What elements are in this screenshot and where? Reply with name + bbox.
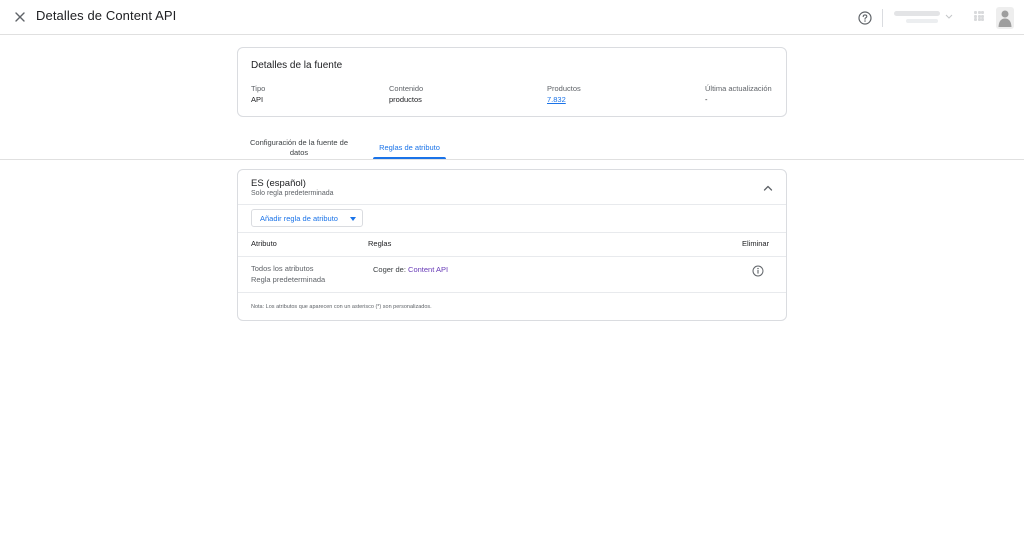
divider [238, 204, 786, 205]
caret-down-icon [350, 217, 356, 221]
page-title: Detalles de Content API [36, 8, 177, 23]
source-details-card: Detalles de la fuente Tipo API Contenido… [237, 47, 787, 117]
apps-icon[interactable] [974, 11, 984, 21]
avatar-icon[interactable] [996, 7, 1014, 29]
chevron-up-icon[interactable] [762, 181, 774, 193]
divider [238, 232, 786, 233]
info-icon[interactable] [752, 264, 764, 277]
add-attribute-rule-button[interactable]: Añadir regla de atributo [251, 209, 363, 227]
help-icon[interactable] [857, 10, 873, 26]
divider [238, 292, 786, 293]
language-title: ES (español) [251, 178, 306, 189]
rule-prefix: Coger de: [373, 265, 406, 274]
divider [238, 256, 786, 257]
detail-last-update: Última actualización - [705, 83, 772, 105]
detail-label: Tipo [251, 84, 266, 93]
tab-data-source-settings[interactable]: Configuración de la fuente de datos [243, 138, 355, 158]
column-header-attribute: Atributo [251, 239, 277, 248]
column-header-delete: Eliminar [742, 239, 770, 248]
attribute-rules-card: ES (español) Solo regla predeterminada A… [237, 169, 787, 321]
detail-label: Contenido [389, 84, 424, 93]
detail-label: Productos [547, 84, 581, 93]
row-attribute-subtitle: Regla predeterminada [251, 275, 326, 284]
detail-label: Última actualización [705, 84, 772, 93]
account-name-redacted [894, 11, 940, 16]
products-count-link[interactable]: 7.832 [547, 94, 581, 105]
account-id-redacted [906, 19, 938, 23]
account-switcher[interactable] [890, 8, 956, 28]
close-icon[interactable] [12, 9, 28, 25]
row-attribute: Todos los atributos [251, 264, 314, 273]
custom-attributes-note: Nota: Los atributos que aparecen con un … [251, 304, 432, 310]
details-card-title: Detalles de la fuente [251, 60, 343, 71]
rule-source-link[interactable]: Content API [408, 265, 448, 274]
header-divider [882, 9, 883, 27]
detail-value: - [705, 95, 708, 104]
language-subtitle: Solo regla predeterminada [251, 190, 334, 197]
detail-content: Contenido productos [389, 83, 423, 105]
detail-value: API [251, 95, 264, 104]
top-bar: Detalles de Content API [0, 0, 1024, 35]
tab-attribute-rules[interactable]: Reglas de atributo [373, 143, 446, 153]
detail-products: Productos 7.832 [547, 83, 581, 105]
column-header-rules: Reglas [368, 239, 392, 248]
tabs-divider [0, 159, 1024, 160]
detail-type: Tipo API [251, 83, 265, 105]
chevron-down-icon [945, 14, 953, 19]
row-rule: Coger de: Content API [373, 265, 448, 274]
add-rule-label: Añadir regla de atributo [260, 214, 338, 223]
detail-value: productos [389, 95, 422, 104]
